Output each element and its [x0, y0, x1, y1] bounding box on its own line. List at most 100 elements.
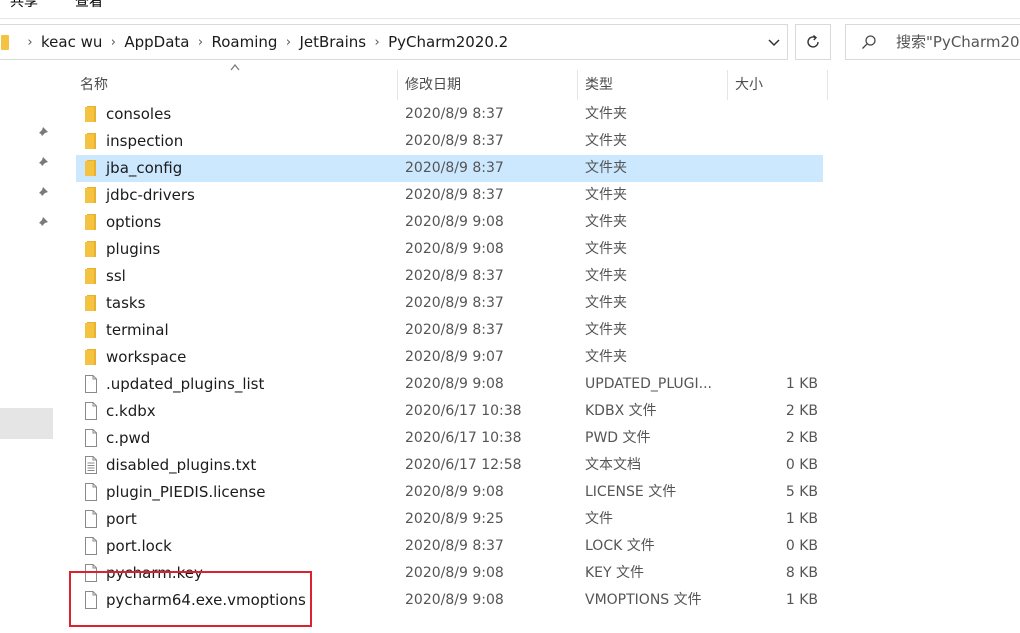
breadcrumb-item[interactable]: Roaming: [212, 33, 278, 51]
file-date: 2020/8/9 9:08: [405, 592, 504, 608]
folder-row[interactable]: terminal 2020/8/9 8:37 文件夹: [76, 317, 823, 344]
file-date: 2020/8/9 8:37: [405, 268, 504, 284]
folder-icon: [85, 268, 96, 284]
file-date: 2020/6/17 10:38: [405, 403, 522, 419]
file-name: terminal: [106, 321, 169, 339]
file-row[interactable]: c.pwd 2020/6/17 10:38 PWD 文件 2 KB: [76, 425, 823, 452]
file-row[interactable]: port.lock 2020/8/9 8:37 LOCK 文件 0 KB: [76, 533, 823, 560]
file-size: 1 KB: [785, 376, 818, 392]
file-name: port.lock: [106, 537, 172, 555]
file-date: 2020/8/9 9:08: [405, 376, 504, 392]
pin-icon[interactable]: [35, 126, 49, 140]
text-file-icon: [85, 456, 97, 474]
file-size: 2 KB: [785, 430, 818, 446]
file-type: 文本文档: [585, 457, 641, 473]
folder-row[interactable]: jdbc-drivers 2020/8/9 8:37 文件夹: [76, 182, 823, 209]
breadcrumb-item[interactable]: keac wu: [41, 33, 102, 51]
breadcrumb: › keac wu › AppData › Roaming › JetBrain…: [19, 25, 508, 59]
file-size: [726, 182, 818, 209]
file-name: plugins: [106, 240, 161, 258]
file-row[interactable]: port 2020/8/9 9:25 文件 1 KB: [76, 506, 823, 533]
chevron-right-icon[interactable]: ›: [366, 35, 388, 50]
file-date: 2020/8/9 9:08: [405, 484, 504, 500]
file-row[interactable]: plugin_PIEDIS.license 2020/8/9 9:08 LICENS…: [76, 479, 823, 506]
refresh-icon: [807, 34, 819, 48]
column-header-date[interactable]: 修改日期: [398, 70, 578, 100]
folder-icon: [1, 35, 9, 50]
file-date: 2020/8/9 8:37: [405, 106, 504, 122]
file-type: 文件夹: [585, 160, 627, 176]
file-date: 2020/6/17 10:38: [405, 430, 522, 446]
file-size: [726, 236, 818, 263]
file-type: LOCK 文件: [585, 538, 655, 554]
file-size: 0 KB: [785, 538, 818, 554]
file-date: 2020/8/9 8:37: [405, 322, 504, 338]
breadcrumb-item[interactable]: PyCharm2020.2: [388, 33, 508, 51]
folder-icon: [85, 349, 96, 365]
search-icon: [862, 35, 876, 49]
file-type: 文件夹: [585, 106, 627, 122]
file-size: [726, 155, 818, 182]
file-name: c.pwd: [106, 429, 151, 447]
folder-row[interactable]: options 2020/8/9 9:08 文件夹: [76, 209, 823, 236]
folder-row[interactable]: workspace 2020/8/9 9:07 文件夹: [76, 344, 823, 371]
file-size: 5 KB: [785, 484, 818, 500]
file-name: jdbc-drivers: [106, 186, 195, 204]
refresh-button[interactable]: [795, 24, 831, 60]
file-type: KEY 文件: [585, 565, 645, 581]
pin-icon[interactable]: [35, 186, 49, 200]
file-size: 1 KB: [785, 511, 818, 527]
ribbon-tab-share[interactable]: 共享: [10, 0, 38, 11]
file-size: 2 KB: [785, 403, 818, 419]
file-icon: [85, 429, 97, 447]
folder-row[interactable]: jba_config 2020/8/9 8:37 文件夹: [76, 155, 823, 182]
file-type: 文件夹: [585, 241, 627, 257]
file-type: 文件夹: [585, 133, 627, 149]
file-type: PWD 文件: [585, 430, 651, 446]
file-name: tasks: [106, 294, 146, 312]
file-date: 2020/8/9 9:08: [405, 241, 504, 257]
chevron-right-icon[interactable]: ›: [102, 35, 124, 50]
breadcrumb-item[interactable]: AppData: [124, 33, 189, 51]
file-row[interactable]: c.kdbx 2020/6/17 10:38 KDBX 文件 2 KB: [76, 398, 823, 425]
folder-row[interactable]: tasks 2020/8/9 8:37 文件夹: [76, 290, 823, 317]
chevron-down-icon[interactable]: [765, 33, 783, 51]
folder-icon: [85, 187, 96, 203]
pin-icon[interactable]: [35, 216, 49, 230]
navigation-pane: [0, 62, 53, 633]
file-size: [726, 209, 818, 236]
chevron-right-icon[interactable]: ›: [277, 35, 299, 50]
folder-row[interactable]: inspection 2020/8/9 8:37 文件夹: [76, 128, 823, 155]
file-icon: [85, 510, 97, 528]
file-row[interactable]: disabled_plugins.txt 2020/6/17 12:58 文本文档 0…: [76, 452, 823, 479]
file-size: 0 KB: [785, 457, 818, 473]
file-size: 8 KB: [785, 565, 818, 581]
search-box[interactable]: 搜索"PyCharm2020.2": [845, 24, 1020, 60]
file-size: [726, 101, 818, 128]
column-header-type[interactable]: 类型: [578, 70, 728, 100]
file-type: 文件夹: [585, 295, 627, 311]
folder-icon: [85, 322, 96, 338]
column-header-size[interactable]: 大小: [728, 70, 828, 100]
breadcrumb-item[interactable]: JetBrains: [299, 33, 366, 51]
chevron-right-icon[interactable]: ›: [190, 35, 212, 50]
file-row[interactable]: .updated_plugins_list 2020/8/9 9:08 UPDATE…: [76, 371, 823, 398]
ribbon-tab-view[interactable]: 查看: [75, 0, 103, 11]
file-type: VMOPTIONS 文件: [585, 592, 702, 608]
address-bar[interactable]: › keac wu › AppData › Roaming › JetBrain…: [0, 24, 788, 60]
chevron-right-icon[interactable]: ›: [19, 35, 41, 50]
search-input[interactable]: 搜索"PyCharm2020.2": [896, 25, 1020, 59]
folder-row[interactable]: ssl 2020/8/9 8:37 文件夹: [76, 263, 823, 290]
folder-row[interactable]: plugins 2020/8/9 9:08 文件夹: [76, 236, 823, 263]
nav-item-selected[interactable]: [0, 408, 53, 439]
folder-icon: [85, 214, 96, 230]
column-header-name[interactable]: 名称: [76, 70, 398, 100]
file-type: 文件夹: [585, 349, 627, 365]
file-type: UPDATED_PLUGI...: [585, 376, 713, 392]
pin-icon[interactable]: [35, 156, 49, 170]
file-icon: [85, 402, 97, 420]
file-type: LICENSE 文件: [585, 484, 677, 500]
file-date: 2020/8/9 9:25: [405, 511, 504, 527]
folder-row[interactable]: consoles 2020/8/9 8:37 文件夹: [76, 101, 823, 128]
file-type: 文件夹: [585, 322, 627, 338]
